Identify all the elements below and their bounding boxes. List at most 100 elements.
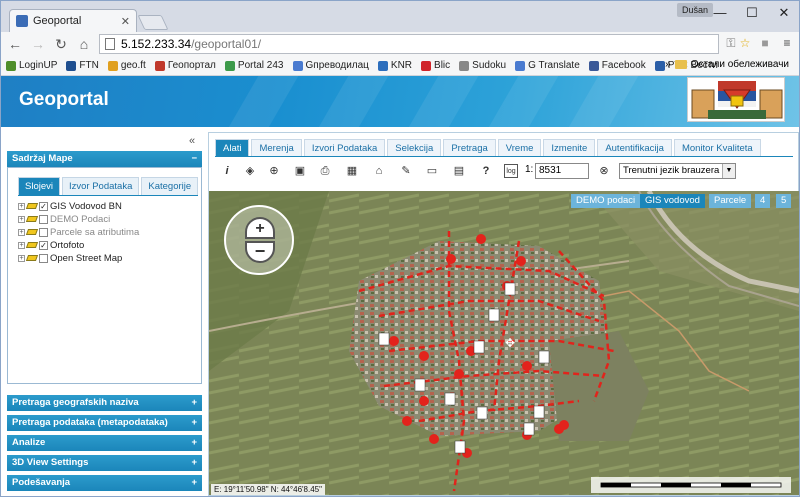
bookmark-item[interactable]: Facebook <box>588 60 646 71</box>
collapse-icon[interactable]: − <box>191 151 197 167</box>
browser-tab[interactable]: Geoportal ✕ <box>9 9 137 32</box>
expand-icon[interactable]: + <box>18 241 25 249</box>
map-layer-button[interactable]: DEMO podaci <box>571 194 641 208</box>
key-icon[interactable]: ⚿ <box>724 36 738 50</box>
help-icon[interactable]: ? <box>479 164 493 178</box>
language-select[interactable]: Trenutni jezik brauzera ▼ <box>619 163 736 179</box>
back-icon[interactable]: ← <box>7 36 23 52</box>
expand-plus-icon[interactable]: + <box>191 395 197 411</box>
close-window-icon[interactable]: ✕ <box>771 3 797 23</box>
expand-icon[interactable]: + <box>18 254 25 262</box>
collapse-panel-icon[interactable]: « <box>189 135 195 147</box>
table-icon[interactable]: ▦ <box>345 164 359 178</box>
folder-icon <box>674 60 687 69</box>
bookmark-item[interactable]: geo.ft <box>107 60 146 71</box>
subtab-data-source[interactable]: Izvor Podataka <box>62 177 140 195</box>
expand-plus-icon[interactable]: + <box>191 415 197 431</box>
main-tab[interactable]: Vreme <box>497 139 542 156</box>
bookmark-favicon-icon <box>421 60 432 71</box>
layer-checkbox[interactable] <box>39 214 48 224</box>
bookmark-item[interactable]: KNR <box>377 60 412 71</box>
bookmark-item[interactable]: FTN <box>66 60 99 71</box>
bookmark-item[interactable]: Blic <box>421 60 450 71</box>
expand-icon[interactable]: + <box>18 215 25 223</box>
close-tab-icon[interactable]: ✕ <box>121 15 130 28</box>
save-icon[interactable]: ▣ <box>293 164 307 178</box>
layer-item[interactable]: + Open Street Map <box>18 252 122 264</box>
wms-icon[interactable]: ▤ <box>452 164 466 178</box>
accordion-panel-header[interactable]: Analize + <box>7 435 202 451</box>
bookmark-item[interactable]: Gпреводилац <box>292 60 369 71</box>
main-tab[interactable]: Merenja <box>251 139 302 156</box>
map-view[interactable]: ✥ <box>209 191 799 495</box>
reload-icon[interactable]: ↻ <box>53 36 69 52</box>
zoom-in-button[interactable]: + <box>245 217 275 239</box>
expand-plus-icon[interactable]: + <box>191 455 197 471</box>
accordion-panel-header[interactable]: 3D View Settings + <box>7 455 202 471</box>
main-tab[interactable]: Izmenite <box>543 139 596 156</box>
map-layer-button[interactable]: Parcele <box>709 194 752 208</box>
layer-item[interactable]: + DEMO Podaci <box>18 213 110 225</box>
bookmark-favicon-icon <box>6 60 16 71</box>
map-layer-button[interactable]: 5 <box>776 194 792 208</box>
bookmark-item[interactable]: Sudoku <box>459 60 506 71</box>
pencil-icon[interactable]: ✎ <box>399 164 413 178</box>
log-icon[interactable]: log <box>504 164 518 178</box>
bookmark-item[interactable]: G Translate <box>515 60 580 71</box>
bookmark-item[interactable]: Геопортал <box>154 60 216 71</box>
new-tab-button[interactable] <box>137 15 169 30</box>
expand-plus-icon[interactable]: + <box>191 475 197 491</box>
map-navigation-control[interactable]: + − <box>224 205 294 275</box>
zoom-out-button[interactable]: − <box>245 241 275 263</box>
layer-item[interactable]: + Parcele sa atributima <box>18 226 139 238</box>
minimize-icon[interactable]: — <box>707 3 733 23</box>
layer-checkbox[interactable] <box>39 227 48 237</box>
maximize-icon[interactable]: ☐ <box>739 3 765 23</box>
accordion-panel-header[interactable]: Pretraga geografskih naziva + <box>7 395 202 411</box>
main-tab[interactable]: Pretraga <box>443 139 496 156</box>
forward-icon[interactable]: → <box>30 36 46 52</box>
address-bar[interactable]: 5.152.233.34/geoportal01/ <box>99 34 719 54</box>
url-path: /geoportal01/ <box>191 37 262 51</box>
info-icon[interactable]: i <box>220 164 234 178</box>
main-tab[interactable]: Izvori Podataka <box>303 139 386 156</box>
accordion-panel-header[interactable]: Pretraga podataka (metapodataka) + <box>7 415 202 431</box>
expand-plus-icon[interactable]: + <box>191 435 197 451</box>
subtab-layers[interactable]: Slojevi <box>18 177 60 195</box>
layer-checkbox[interactable]: ✓ <box>39 201 48 211</box>
layer-checkbox[interactable]: ✓ <box>39 240 48 250</box>
menu-icon[interactable]: ≡ <box>780 36 794 50</box>
scale-input[interactable]: 8531 <box>535 163 589 179</box>
panel-header-content[interactable]: Sadržaj Mape − <box>7 151 202 167</box>
main-tab[interactable]: Autentifikacija <box>597 139 672 156</box>
star-icon[interactable]: ☆ <box>738 36 752 50</box>
home-extent-icon[interactable]: ⌂ <box>372 164 386 178</box>
zoom-icon[interactable]: ⊕ <box>267 164 281 178</box>
bookmark-item[interactable]: LoginUP <box>6 60 57 71</box>
browser-window: Geoportal ✕ Dušan — ☐ ✕ ← → ↻ ⌂ 5.152.23… <box>0 0 800 497</box>
expand-icon[interactable]: + <box>18 228 25 236</box>
expand-icon[interactable]: + <box>18 202 25 210</box>
layer-icon <box>25 255 39 261</box>
coordinate-readout: E: 19°11'50.98" N: 44°46'8.45" <box>211 484 325 495</box>
extension-icon[interactable]: ■ <box>758 36 772 50</box>
cube-icon[interactable]: ◈ <box>243 164 257 178</box>
subtab-categories[interactable]: Kategorije <box>141 177 199 195</box>
accordion-panel-header[interactable]: Podešavanja + <box>7 475 202 491</box>
subtab-rule <box>18 195 198 196</box>
layers-icon[interactable]: ▭ <box>425 164 439 178</box>
map-layer-button[interactable]: 4 <box>755 194 771 208</box>
home-icon[interactable]: ⌂ <box>76 36 92 52</box>
other-bookmarks[interactable]: » Остали обележивачи <box>665 59 789 70</box>
main-tab[interactable]: Alati <box>215 139 250 156</box>
bookmark-item[interactable]: Portal 243 <box>224 60 284 71</box>
layer-item[interactable]: + ✓ Ortofoto <box>18 239 84 251</box>
print-icon[interactable]: ⎙ <box>318 164 332 178</box>
bookmarks-overflow-icon[interactable]: » <box>665 59 671 70</box>
layer-checkbox[interactable] <box>39 253 48 263</box>
search-icon[interactable]: ⊗ <box>597 164 611 178</box>
main-tab[interactable]: Selekcija <box>387 139 442 156</box>
map-layer-button[interactable]: GIS vodovod <box>640 194 705 208</box>
main-tab[interactable]: Monitor Kvaliteta <box>673 139 761 156</box>
layer-item[interactable]: + ✓ GIS Vodovod BN <box>18 200 122 212</box>
